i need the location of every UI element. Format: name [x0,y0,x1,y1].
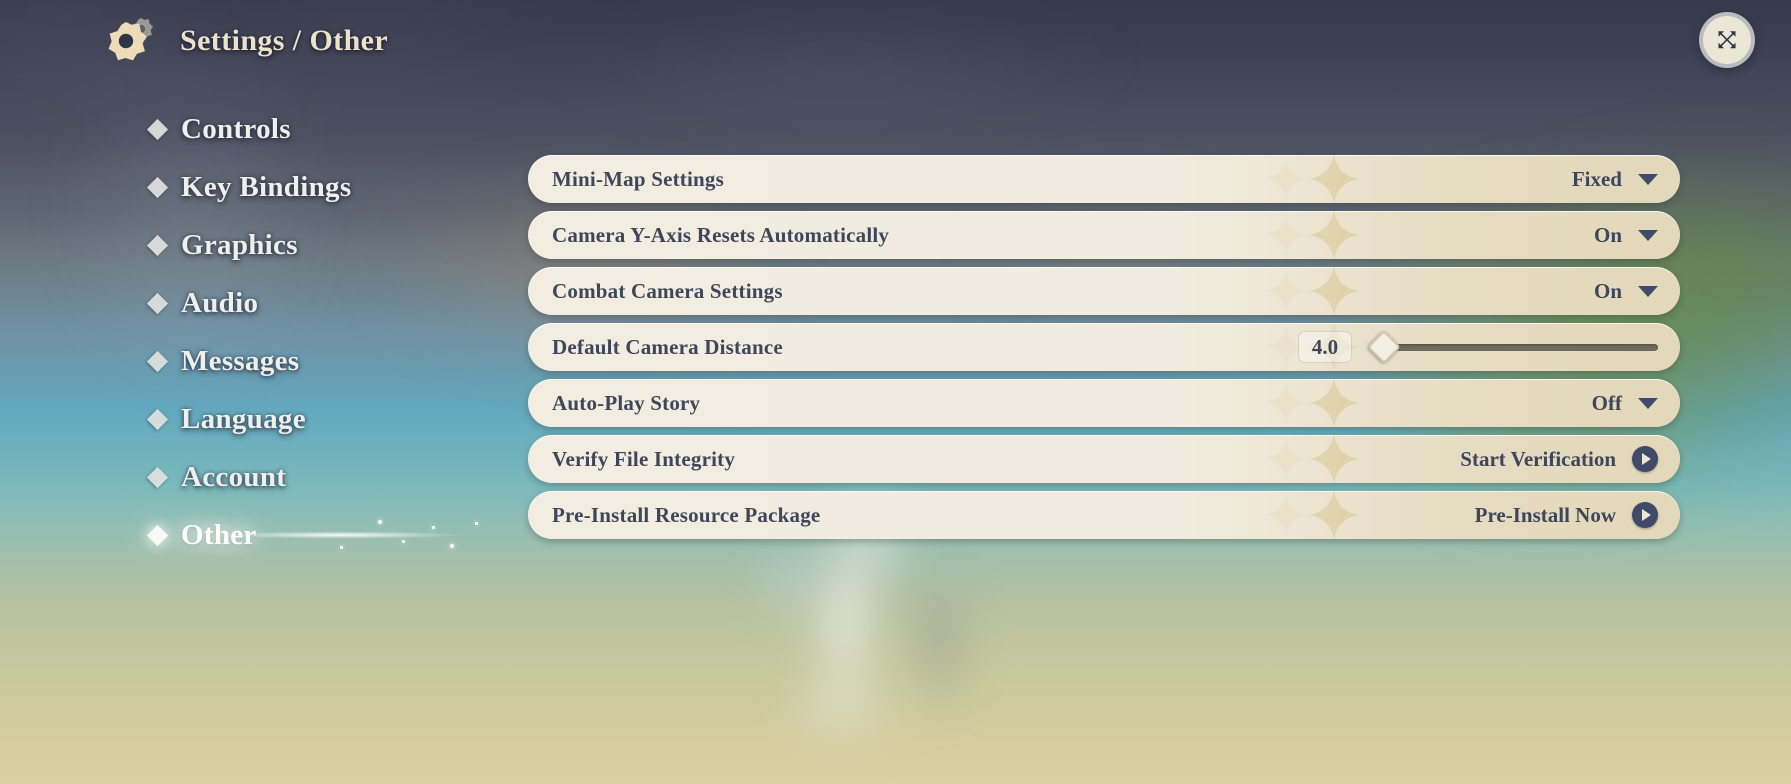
settings-header: Settings / Other [0,0,1791,84]
page-title-main: Settings [180,24,285,57]
diamond-bullet-icon [146,118,169,140]
sidebar-item-label: Language [181,402,306,435]
setting-value: On [1593,222,1622,247]
setting-row-auto-play-story[interactable]: Auto-Play Story Off [528,379,1680,427]
setting-row-mini-map-settings[interactable]: Mini-Map Settings Fixed [528,155,1680,203]
setting-row-camera-y-axis-resets-automatically[interactable]: Camera Y-Axis Resets Automatically On [528,211,1680,259]
diamond-bullet-icon [146,350,169,372]
slider-handle[interactable] [1367,330,1401,364]
sidebar-item-label: Account [181,460,287,493]
setting-label: Default Camera Distance [552,334,783,359]
setting-row-verify-file-integrity[interactable]: Verify File Integrity Start Verification [528,435,1680,483]
diamond-bullet-icon [146,524,169,546]
sidebar-item-label: Other [181,518,257,551]
setting-control[interactable]: On [1594,279,1680,304]
sparkle-decoration-icon [1263,379,1362,427]
sparkle-particle [475,522,478,525]
chevron-down-icon[interactable] [1638,285,1658,297]
sidebar-item-label: Audio [181,286,259,319]
close-button[interactable] [1699,12,1755,68]
sidebar-item-label: Graphics [181,228,298,261]
sparkle-decoration-icon [1263,491,1362,539]
setting-value: Fixed [1571,166,1622,191]
sidebar-item-controls[interactable]: Controls [146,100,490,158]
chevron-down-icon[interactable] [1638,397,1658,409]
setting-row-default-camera-distance[interactable]: Default Camera Distance 4.0 [528,323,1680,371]
diamond-bullet-icon [146,234,169,256]
setting-row-pre-install-resource-package[interactable]: Pre-Install Resource Package Pre-Install… [528,491,1680,539]
sidebar-item-account[interactable]: Account [146,448,490,506]
sidebar-item-other[interactable]: Other [146,506,504,564]
setting-value: Off [1591,390,1622,415]
setting-control[interactable]: Start Verification [1460,446,1680,472]
setting-control[interactable]: On [1594,223,1680,248]
sidebar-item-label: Messages [181,344,300,377]
camera-distance-slider[interactable] [1367,330,1658,364]
setting-control[interactable]: Fixed [1572,167,1680,192]
page-title-separator: / [292,24,302,57]
setting-label: Camera Y-Axis Resets Automatically [552,222,890,247]
settings-sidebar: Controls Key Bindings Graphics Audio Mes… [146,100,504,564]
setting-label: Auto-Play Story [552,390,701,415]
action-label: Start Verification [1460,446,1616,471]
sparkle-decoration-icon [1263,211,1362,259]
sidebar-item-label: Key Bindings [181,170,352,203]
sparkle-particle [378,520,382,524]
setting-label: Verify File Integrity [552,446,736,471]
sidebar-item-label: Controls [181,112,291,145]
setting-label: Mini-Map Settings [552,166,724,191]
setting-value: On [1593,278,1622,303]
setting-label: Pre-Install Resource Package [552,502,821,527]
slider-track[interactable] [1384,343,1658,351]
page-title: Settings / Other [180,24,388,58]
sidebar-item-graphics[interactable]: Graphics [146,216,490,274]
sidebar-item-messages[interactable]: Messages [146,332,490,390]
chevron-down-icon[interactable] [1638,229,1658,241]
sparkle-decoration-icon [1263,155,1362,203]
setting-label: Combat Camera Settings [552,278,783,303]
chevron-down-icon[interactable] [1638,173,1658,185]
setting-control[interactable]: Off [1592,391,1680,416]
sparkle-particle [402,540,405,543]
diamond-bullet-icon [146,408,169,430]
sparkle-decoration-icon [1263,267,1362,315]
sidebar-item-language[interactable]: Language [146,390,490,448]
sidebar-item-audio[interactable]: Audio [146,274,490,332]
diamond-bullet-icon [146,466,169,488]
sparkle-particle [340,546,343,549]
page-title-sub: Other [309,24,389,57]
sidebar-item-key-bindings[interactable]: Key Bindings [146,158,490,216]
close-icon [1718,31,1736,49]
sparkle-decoration-icon [1263,435,1362,483]
diamond-bullet-icon [146,176,169,198]
action-label: Pre-Install Now [1474,502,1616,527]
setting-row-combat-camera-settings[interactable]: Combat Camera Settings On [528,267,1680,315]
gear-icon [102,12,160,66]
slider-value-display: 4.0 [1298,331,1352,363]
chevron-right-circle-icon[interactable] [1632,502,1658,528]
setting-control[interactable]: Pre-Install Now [1475,502,1680,528]
diamond-bullet-icon [146,292,169,314]
sparkle-particle [432,526,435,529]
sparkle-particle [450,544,454,548]
chevron-right-circle-icon[interactable] [1632,446,1658,472]
setting-control[interactable]: 4.0 [1298,330,1680,364]
settings-rows-list: Mini-Map Settings Fixed Camera Y-Axis Re… [528,155,1680,547]
